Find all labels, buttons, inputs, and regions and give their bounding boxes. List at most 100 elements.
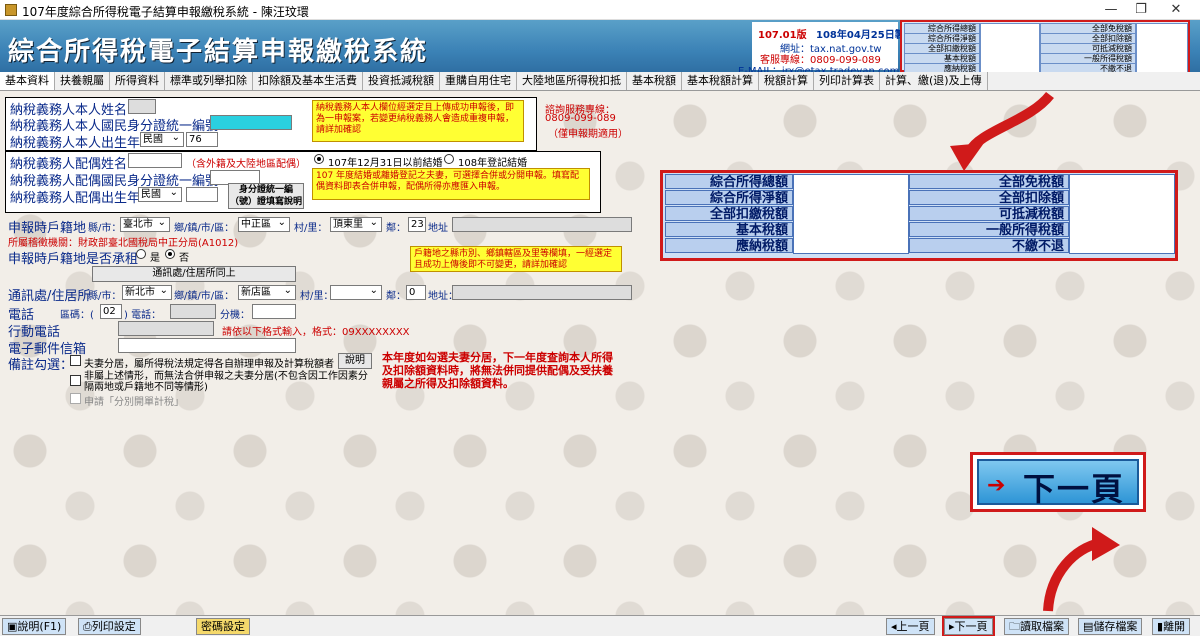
separate-billing-label: 申請「分別開單計稅」: [84, 397, 184, 408]
exit-button[interactable]: ▮離開: [1152, 618, 1191, 635]
tab-calc-upload[interactable]: 計算、繳(退)及上傳: [880, 72, 988, 90]
tab-dependents[interactable]: 扶養親屬: [55, 72, 110, 90]
address-input[interactable]: [452, 217, 632, 232]
system-title: 綜合所得稅電子結算申報繳稅系統: [8, 37, 429, 67]
tab-basic-tax-calc[interactable]: 基本稅額計算: [682, 72, 759, 90]
remark-other-checkbox[interactable]: [70, 375, 81, 386]
remark-separation-checkbox[interactable]: [70, 355, 81, 366]
print-settings-button[interactable]: ⎙列印設定: [78, 618, 141, 635]
ext-label: 分機：: [220, 310, 250, 321]
big-next-page-label: 下一頁: [1023, 470, 1126, 508]
app-icon: [5, 4, 17, 16]
tab-basic-info[interactable]: 基本資料: [0, 72, 55, 90]
ext-input[interactable]: [252, 304, 296, 319]
mailing-neighbor-input[interactable]: 0: [406, 285, 426, 300]
load-file-button[interactable]: 🗀讀取檔案: [1004, 618, 1069, 635]
bottom-toolbar: ▣說明(F1) ⎙列印設定 密碼設定 ◂上一頁 ▸下一頁 🗀讀取檔案 ▤儲存檔案…: [0, 615, 1200, 636]
zoom-summary-label: 全部扣繳稅額: [665, 206, 793, 222]
close-icon[interactable]: ✕: [1165, 2, 1187, 18]
hotline-note: （僅申報期適用）: [548, 129, 628, 140]
explain-button[interactable]: 說明: [338, 353, 372, 369]
hotline-number: 0809-099-089: [545, 113, 616, 124]
marriage-before-radio[interactable]: [314, 154, 324, 164]
mailing-township-select[interactable]: 新店區: [238, 284, 296, 300]
taxpayer-birth-label: 納稅義務人本人出生年: [10, 136, 141, 151]
tab-tax-calc[interactable]: 稅額計算: [759, 72, 814, 90]
zoom-summary-label: 應納稅額: [665, 238, 793, 254]
upload-warning-note: 納稅義務人本人欄位經選定且上傳成功申報後，即為一申報案，若變更納稅義務人會造成重…: [312, 100, 524, 142]
village-select[interactable]: 頂東里: [330, 216, 382, 232]
print-settings-label: 列印設定: [91, 620, 136, 633]
mailing-label: 通訊處/住居所: [8, 289, 91, 304]
minimize-icon[interactable]: —: [1100, 2, 1122, 18]
domicile-rent-label: 申報時戶籍地是否承租: [8, 252, 139, 267]
tax-office-label: 所屬稽徵機關：財政部臺北國稅局中正分局(A1012): [8, 238, 239, 249]
banner-info: 107.01版 108年04月25日製 網址：tax.nat.gov.tw 客服…: [738, 22, 915, 77]
restore-icon[interactable]: ❐: [1130, 2, 1152, 18]
area-code-input[interactable]: 02: [100, 304, 122, 319]
taxpayer-name-input[interactable]: [128, 99, 156, 114]
tab-income[interactable]: 所得資料: [110, 72, 165, 90]
zoom-summary-label: 全部扣除額: [909, 190, 1069, 206]
remark-label: 備註勾選：: [8, 358, 74, 373]
tab-print-calc[interactable]: 列印計算表: [814, 72, 880, 90]
mobile-input[interactable]: [118, 321, 214, 336]
county-label: 縣/市：: [88, 223, 122, 234]
marriage-after-label: 108年登記結婚: [458, 158, 528, 169]
phone-sub-label: ) 電話：: [124, 310, 162, 321]
help-button-label: 說明(F1): [17, 620, 62, 633]
next-page-label: 下一頁: [954, 620, 988, 633]
exit-label: 離開: [1163, 620, 1186, 633]
separation-note: 本年度如勾選夫妻分居，下一年度查詢本人所得及扣除額資料時，將無法併同提供配偶及受…: [382, 351, 613, 390]
domicile-note: 戶籍地之縣市別、鄉鎮轄區及里等欄填，一經選定且成功上傳後即不可變更，請詳加確認: [410, 246, 622, 272]
spouse-birth-label: 納稅義務人配偶出生年: [10, 191, 141, 206]
rent-yes-radio[interactable]: [136, 249, 146, 259]
tab-mainland-credit[interactable]: 大陸地區所得稅扣抵: [517, 72, 627, 90]
tab-home-repurchase[interactable]: 重購自用住宅: [440, 72, 517, 90]
help-button[interactable]: ▣說明(F1): [2, 618, 67, 635]
zoom-summary-label: 綜合所得總額: [665, 174, 793, 190]
mini-summary-values: [980, 23, 1040, 74]
zoom-left-values: [793, 174, 909, 254]
password-settings-button[interactable]: 密碼設定: [196, 618, 250, 635]
tab-investment-credit[interactable]: 投資抵減稅額: [363, 72, 440, 90]
spouse-era-select[interactable]: 民國: [138, 186, 182, 202]
open-file-icon: 🗀: [1009, 620, 1020, 633]
next-page-button[interactable]: ▸下一頁: [942, 616, 995, 636]
neighbor-label: 鄰：: [386, 223, 406, 234]
tab-bar: 基本資料 扶養親屬 所得資料 標準或列舉扣除 扣除額及基本生活費 投資抵減稅額 …: [0, 72, 1200, 91]
birth-year-input[interactable]: 76: [186, 132, 218, 147]
id-help-button[interactable]: 身分證統一編（號）證填寫說明: [228, 183, 304, 209]
tab-basic-tax[interactable]: 基本稅額: [627, 72, 682, 90]
version-label: 107.01版: [758, 30, 807, 41]
spouse-birth-input[interactable]: [186, 187, 218, 202]
email-input[interactable]: [118, 338, 296, 353]
mailing-township-label: 鄉/鎮/市/區：: [174, 291, 235, 302]
neighbor-input[interactable]: 23: [408, 217, 426, 232]
same-address-button[interactable]: 通訊處/住居所同上: [92, 266, 296, 282]
prev-page-button[interactable]: ◂上一頁: [886, 618, 935, 635]
mailing-address-input[interactable]: [452, 285, 632, 300]
phone-input[interactable]: [170, 304, 216, 319]
area-code-label: 區碼：(: [60, 310, 94, 321]
rent-no-radio[interactable]: [165, 249, 175, 259]
tab-basic-living[interactable]: 扣除額及基本生活費: [253, 72, 363, 90]
window-title: 107年度綜合所得稅電子結算申報繳稅系統 - 陳汪玟環: [22, 5, 309, 19]
help-icon: ▣: [7, 620, 18, 633]
separate-billing-checkbox[interactable]: [70, 393, 81, 404]
top-callout-arrow: [950, 91, 1054, 171]
mailing-county-select[interactable]: 新北市: [122, 284, 172, 300]
save-icon: ▤: [1083, 620, 1094, 633]
big-next-page-button[interactable]: ➔ 下一頁: [977, 459, 1139, 508]
taxpayer-id-input[interactable]: [210, 115, 292, 130]
save-file-button[interactable]: ▤儲存檔案: [1078, 618, 1143, 635]
county-select[interactable]: 臺北市: [120, 216, 170, 232]
spouse-name-input[interactable]: [128, 153, 182, 168]
township-select[interactable]: 中正區: [238, 216, 290, 232]
zoom-summary-label: 綜合所得淨額: [665, 190, 793, 206]
era-select[interactable]: 民國: [140, 131, 184, 147]
rent-yes-label: 是: [150, 253, 160, 264]
mailing-village-select[interactable]: [330, 284, 382, 300]
tab-deductions[interactable]: 標準或列舉扣除: [165, 72, 253, 90]
marriage-after-radio[interactable]: [444, 154, 454, 164]
